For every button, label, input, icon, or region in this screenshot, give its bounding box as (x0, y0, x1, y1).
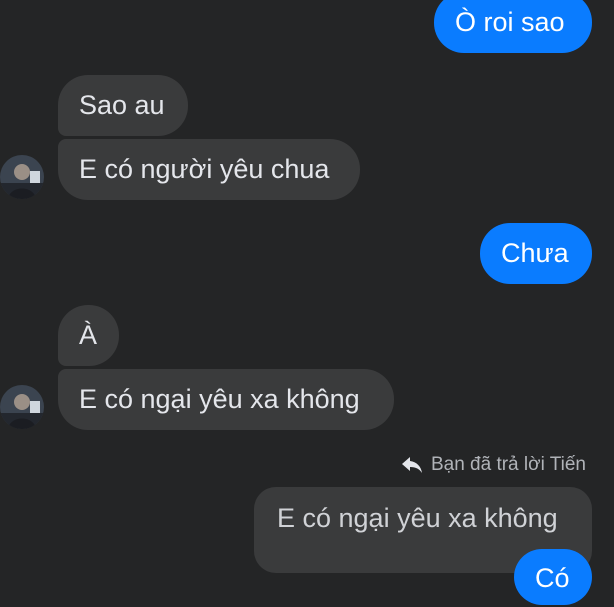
message-bubble-incoming[interactable]: E có ngại yêu xa không (58, 369, 394, 430)
avatar-image (0, 155, 44, 199)
quoted-text: E có ngại yêu xa không (277, 503, 558, 533)
reply-label: Bạn đã trả lời Tiến (430, 454, 586, 475)
message-bubble-incoming[interactable]: À (58, 305, 119, 366)
message-bubble-outgoing[interactable]: Có (514, 549, 592, 605)
chat-thread: Ò roi sao Sao au E có người yêu chua Chư… (0, 0, 614, 605)
avatar-image (0, 385, 44, 429)
message-bubble-incoming[interactable]: Sao au (58, 75, 188, 136)
message-bubble-outgoing[interactable]: Ò roi sao (434, 0, 592, 53)
sender-avatar[interactable] (0, 155, 44, 199)
message-bubble-outgoing[interactable]: Chưa (480, 223, 592, 284)
message-bubble-incoming[interactable]: E có người yêu chua (58, 139, 360, 200)
reply-arrow-icon (401, 456, 423, 474)
reply-indicator: Bạn đã trả lời Tiến (401, 452, 586, 478)
sender-avatar[interactable] (0, 385, 44, 429)
